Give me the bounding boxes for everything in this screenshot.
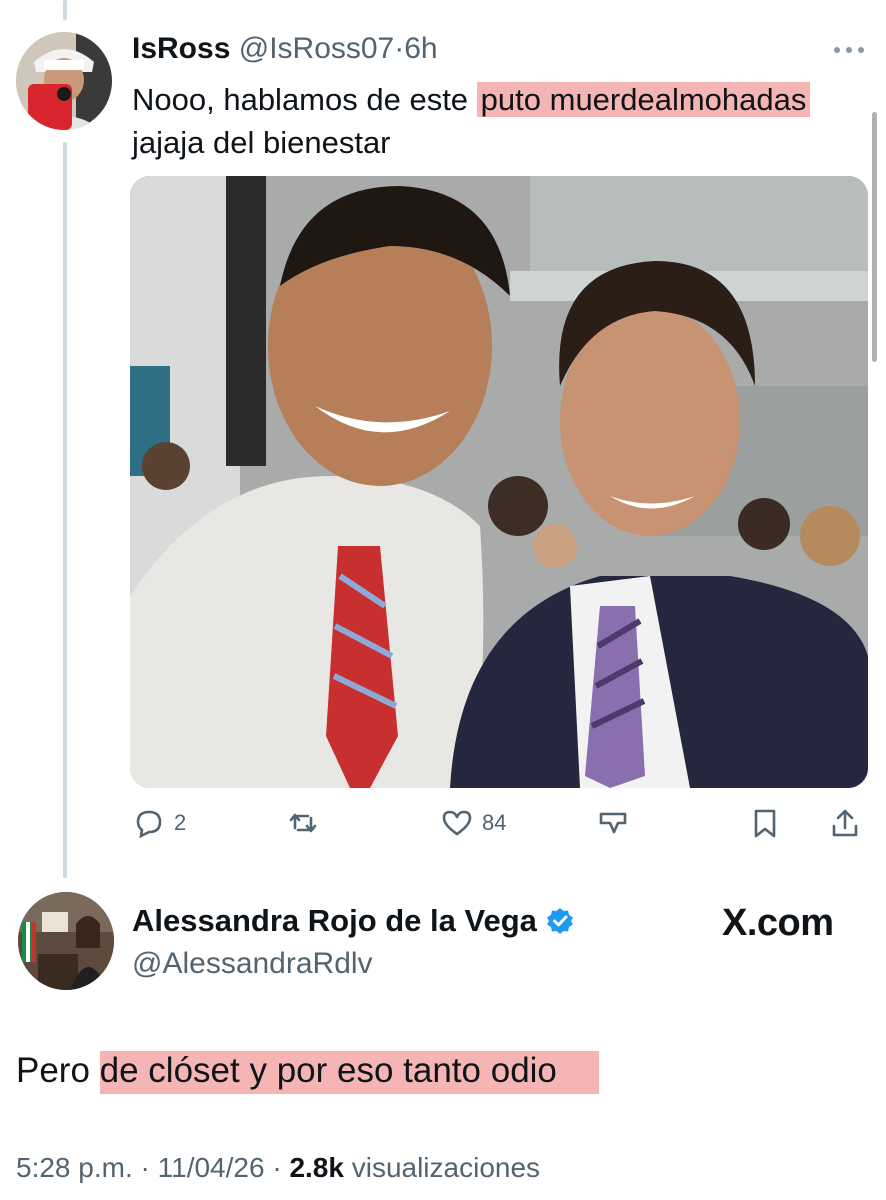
tweet-time[interactable]: 5:28 p.m. [16, 1152, 133, 1183]
main-tweet-text: Pero de clóset y por eso tanto odio [16, 1046, 599, 1096]
x-logo: X.com [722, 902, 834, 944]
separator-dot: · [394, 32, 405, 65]
tweet-time[interactable]: 6h [404, 32, 437, 65]
reply-action[interactable]: 2 [132, 806, 186, 840]
avatar[interactable] [16, 32, 112, 130]
avatar[interactable] [18, 892, 114, 990]
thread-line [63, 142, 67, 878]
reply-tweet-header: IsRoss @IsRoss07·6h [132, 32, 438, 66]
more-options-icon[interactable] [832, 44, 866, 56]
verified-badge-icon [546, 908, 573, 934]
reply-tweet-text: Nooo, hablamos de este puto muerdealmoha… [132, 78, 872, 164]
text-segment: Nooo, hablamos de este [132, 82, 477, 117]
thread-line-top [63, 0, 67, 20]
share-action[interactable] [828, 806, 862, 840]
bookmark-icon [754, 809, 776, 838]
tweet-metadata: 5:28 p.m. · 11/04/26 · 2.8k visualizacio… [16, 1148, 540, 1188]
like-count: 84 [482, 810, 507, 835]
highlighted-text: de clóset y por eso tanto odio [99, 1051, 599, 1094]
reply-count: 2 [174, 810, 187, 835]
speech-bubble-icon [136, 810, 162, 839]
text-segment: Pero [16, 1051, 100, 1090]
tweet-date[interactable]: 11/04/26 [158, 1152, 265, 1183]
stats-action[interactable] [596, 806, 630, 840]
heart-icon [442, 810, 472, 836]
retweet-action[interactable] [286, 806, 320, 840]
author-handle[interactable]: @IsRoss07 [239, 32, 395, 65]
scrollbar[interactable] [872, 112, 877, 362]
main-tweet-author[interactable]: Alessandra Rojo de la Vega [132, 902, 575, 940]
views-count[interactable]: 2.8k [289, 1152, 344, 1183]
stats-icon [599, 812, 627, 834]
highlighted-text: puto muerdealmohadas [476, 82, 811, 117]
views-label: visualizaciones [343, 1152, 541, 1183]
share-icon [832, 809, 858, 837]
separator-dot: · [140, 1152, 150, 1183]
author-name[interactable]: IsRoss [132, 32, 230, 65]
bookmark-action[interactable] [748, 806, 782, 840]
author-handle[interactable]: @AlessandraRdlv [132, 946, 373, 982]
tweet-photo[interactable] [130, 176, 868, 788]
like-action[interactable]: 84 [440, 806, 506, 840]
separator-dot: · [272, 1152, 282, 1183]
retweet-icon [289, 813, 317, 833]
text-segment: jajaja del bienestar [132, 125, 391, 160]
author-name[interactable]: Alessandra Rojo de la Vega [132, 902, 537, 940]
